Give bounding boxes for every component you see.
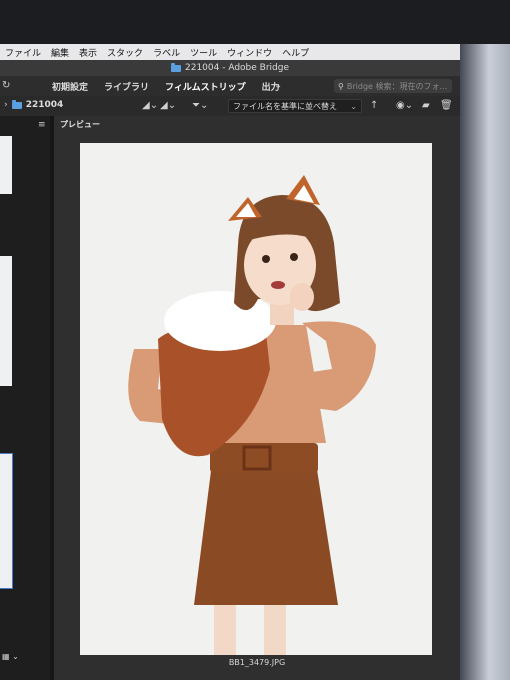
- thumbnail-selected[interactable]: [0, 453, 13, 589]
- workspace-bar: ↻ 初期設定 ライブラリ フィルムストリップ 出力 ⌄ ⚲ Bridge 検索：…: [0, 76, 460, 96]
- file-name-label: BB1_3479.JPG: [228, 658, 286, 667]
- workspace-chevron-icon[interactable]: ⌄: [274, 80, 282, 91]
- breadcrumb-folder: 221004: [25, 100, 64, 110]
- tab-preview[interactable]: プレビュー: [60, 119, 100, 130]
- left-panel: ≡ ▦ ⌄: [0, 116, 50, 680]
- window-title: 221004 - Adobe Bridge: [185, 63, 289, 73]
- sort-dropdown[interactable]: ファイル名を基準に並べ替え ⌄: [228, 99, 362, 113]
- view-mode-icon[interactable]: ▦ ⌄: [2, 652, 19, 661]
- folder-icon: [11, 99, 22, 109]
- photo-illustration: [80, 143, 432, 655]
- sort-direction-icon[interactable]: ↑: [370, 100, 378, 111]
- monitor-bezel-top: [0, 0, 510, 44]
- menu-file[interactable]: ファイル: [0, 46, 46, 59]
- new-folder-icon[interactable]: ▰: [422, 100, 430, 111]
- chevron-down-icon: ⌄: [350, 101, 357, 111]
- menu-view[interactable]: 表示: [74, 46, 102, 59]
- preview-panel: プレビュー BB1_3479.JPG: [54, 116, 460, 680]
- breadcrumb[interactable]: › 221004: [4, 99, 64, 110]
- title-bar: 221004 - Adobe Bridge: [0, 60, 460, 76]
- menu-tools[interactable]: ツール: [185, 46, 222, 59]
- preview-image[interactable]: [80, 143, 432, 655]
- menu-bar: ファイル 編集 表示 スタック ラベル ツール ウィンドウ ヘルプ: [0, 44, 460, 60]
- tab-essentials[interactable]: 初期設定: [44, 80, 96, 93]
- monitor-bezel-right: [458, 44, 510, 680]
- rating-filter-icon[interactable]: ◢⌄: [142, 100, 158, 111]
- panel-menu-icon[interactable]: ≡: [38, 120, 46, 130]
- search-input[interactable]: ⚲ Bridge 検索：現在のフォ...: [334, 79, 452, 93]
- menu-edit[interactable]: 編集: [46, 46, 74, 59]
- tab-filmstrip[interactable]: フィルムストリップ: [157, 80, 254, 93]
- thumbnail[interactable]: [0, 136, 12, 194]
- tab-libraries[interactable]: ライブラリ: [96, 80, 157, 93]
- filter-icon[interactable]: ⏷⌄: [192, 100, 208, 111]
- trash-icon[interactable]: 🗑: [440, 100, 453, 111]
- menu-label[interactable]: ラベル: [148, 46, 185, 59]
- menu-stack[interactable]: スタック: [102, 46, 148, 59]
- bridge-window: ファイル 編集 表示 スタック ラベル ツール ウィンドウ ヘルプ 221004…: [0, 44, 460, 680]
- chevron-right-icon: ›: [4, 100, 8, 110]
- menu-window[interactable]: ウィンドウ: [222, 46, 277, 59]
- thumbnail[interactable]: [0, 256, 12, 386]
- folder-icon: [171, 62, 181, 72]
- refresh-icon[interactable]: ↻: [2, 80, 10, 91]
- path-bar: › 221004 ◢⌄ ◢⌄ ⏷⌄ ファイル名を基準に並べ替え ⌄ ↑ ◉⌄ ▰…: [0, 96, 460, 116]
- search-icon: ⚲: [338, 81, 344, 91]
- tab-output[interactable]: 出力: [254, 80, 288, 93]
- quality-filter-icon[interactable]: ◢⌄: [160, 100, 176, 111]
- menu-help[interactable]: ヘルプ: [277, 46, 314, 59]
- camera-icon[interactable]: ◉⌄: [396, 100, 413, 111]
